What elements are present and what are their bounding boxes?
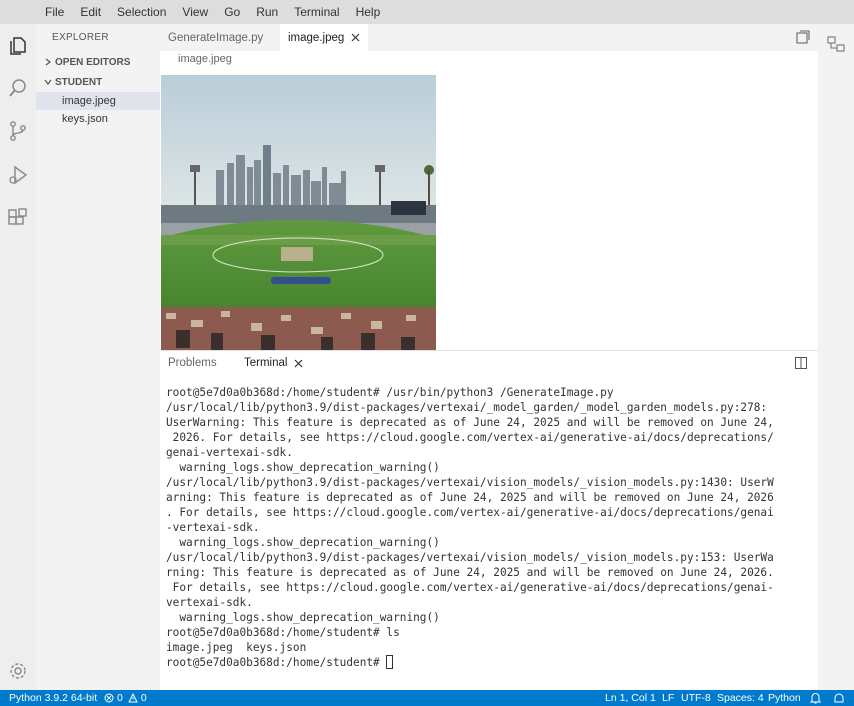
tab-label: Problems bbox=[168, 357, 217, 369]
python-interpreter[interactable]: Python 3.9.2 64-bit bbox=[9, 692, 97, 704]
menu-selection[interactable]: Selection bbox=[109, 0, 174, 24]
tab-label: GenerateImage.py bbox=[168, 31, 264, 44]
eol-status[interactable]: LF bbox=[662, 692, 674, 704]
tab-image-jpeg[interactable]: image.jpeg bbox=[280, 24, 369, 51]
image-preview bbox=[161, 75, 436, 350]
error-icon bbox=[104, 693, 114, 703]
tab-label: image.jpeg bbox=[288, 31, 345, 44]
terminal-line: vertexai-sdk. bbox=[166, 596, 253, 609]
remote-explorer-icon[interactable] bbox=[826, 34, 846, 57]
encoding-status[interactable]: UTF-8 bbox=[681, 692, 711, 704]
terminal-line: warning_logs.show_deprecation_warning() bbox=[166, 461, 440, 474]
terminal-line: arning: This feature is deprecated as of… bbox=[166, 491, 774, 504]
editor-tab-bar: GenerateImage.py image.jpeg bbox=[160, 24, 818, 51]
file-keys-json[interactable]: keys.json bbox=[36, 110, 160, 128]
terminal-line: UserWarning: This feature is deprecated … bbox=[166, 416, 774, 429]
open-editors-label: OPEN EDITORS bbox=[55, 56, 131, 68]
menu-run[interactable]: Run bbox=[248, 0, 286, 24]
broadcast-icon[interactable] bbox=[833, 692, 845, 706]
source-control-icon[interactable] bbox=[4, 117, 32, 145]
tab-label: Terminal bbox=[244, 357, 288, 369]
chevron-down-icon bbox=[41, 78, 55, 86]
folder-label: STUDENT bbox=[55, 76, 103, 88]
activity-bar bbox=[0, 24, 36, 690]
terminal-line: /usr/local/lib/python3.9/dist-packages/v… bbox=[166, 551, 774, 564]
search-icon[interactable] bbox=[4, 74, 32, 102]
terminal-line: warning_logs.show_deprecation_warning() bbox=[166, 611, 440, 624]
problems-status[interactable]: 0 0 bbox=[104, 692, 147, 704]
terminal-line: warning_logs.show_deprecation_warning() bbox=[166, 536, 440, 549]
files-icon[interactable] bbox=[4, 32, 32, 60]
close-icon[interactable] bbox=[351, 33, 360, 42]
terminal-line: image.jpeg keys.json bbox=[166, 641, 307, 654]
folder-section[interactable]: STUDENT bbox=[36, 73, 160, 91]
language-mode[interactable]: Python bbox=[768, 692, 801, 704]
tab-problems[interactable]: Problems bbox=[168, 357, 217, 369]
terminal-line: rning: This feature is deprecated as of … bbox=[166, 566, 774, 579]
close-icon[interactable] bbox=[294, 359, 303, 368]
terminal-line: /usr/local/lib/python3.9/dist-packages/v… bbox=[166, 401, 768, 414]
menu-help[interactable]: Help bbox=[348, 0, 389, 24]
menu-go[interactable]: Go bbox=[216, 0, 248, 24]
split-panel-icon[interactable] bbox=[795, 357, 807, 372]
bottom-panel: Problems Terminal root@5e7d0a0b368d:/hom… bbox=[160, 350, 818, 690]
breadcrumb[interactable]: image.jpeg bbox=[178, 53, 232, 65]
terminal-line: root@5e7d0a0b368d:/home/student# ls bbox=[166, 626, 400, 639]
terminal-line: genai-vertexai-sdk. bbox=[166, 446, 293, 459]
terminal-line: -vertexai-sdk. bbox=[166, 521, 260, 534]
menu-terminal[interactable]: Terminal bbox=[286, 0, 347, 24]
extensions-icon[interactable] bbox=[4, 204, 32, 232]
menu-view[interactable]: View bbox=[174, 0, 216, 24]
terminal-line: . For details, see https://cloud.google.… bbox=[166, 506, 774, 519]
secondary-sidebar bbox=[818, 24, 854, 690]
menu-bar: File Edit Selection View Go Run Terminal… bbox=[0, 0, 854, 24]
bell-icon[interactable] bbox=[809, 692, 822, 706]
terminal-line: root@5e7d0a0b368d:/home/student# /usr/bi… bbox=[166, 386, 614, 399]
run-debug-icon[interactable] bbox=[4, 161, 32, 189]
tab-terminal[interactable]: Terminal bbox=[244, 357, 303, 369]
terminal-line: /usr/local/lib/python3.9/dist-packages/v… bbox=[166, 476, 774, 489]
terminal-line: 2026. For details, see https://cloud.goo… bbox=[166, 431, 774, 444]
terminal-output[interactable]: root@5e7d0a0b368d:/home/student# /usr/bi… bbox=[166, 385, 806, 670]
open-editors-section[interactable]: OPEN EDITORS bbox=[36, 53, 160, 71]
explorer-title: EXPLORER bbox=[52, 32, 109, 43]
terminal-prompt-line[interactable]: root@5e7d0a0b368d:/home/student# bbox=[166, 655, 806, 670]
menu-file[interactable]: File bbox=[37, 0, 72, 24]
explorer-sidebar: EXPLORER OPEN EDITORS STUDENT image.jpeg… bbox=[36, 24, 160, 690]
indent-status[interactable]: Spaces: 4 bbox=[717, 692, 764, 704]
terminal-prompt: root@5e7d0a0b368d:/home/student# bbox=[166, 656, 387, 669]
error-count: 0 bbox=[117, 692, 123, 704]
terminal-line: For details, see https://cloud.google.co… bbox=[166, 581, 774, 594]
cursor-position[interactable]: Ln 1, Col 1 bbox=[605, 692, 656, 704]
chevron-right-icon bbox=[41, 58, 55, 66]
menu-edit[interactable]: Edit bbox=[72, 0, 109, 24]
open-changes-icon[interactable] bbox=[796, 30, 810, 47]
terminal-cursor bbox=[386, 655, 394, 669]
warning-icon bbox=[128, 693, 138, 703]
status-bar: Python 3.9.2 64-bit 0 0 Ln 1, Col 1 LF U… bbox=[0, 690, 854, 706]
tab-generateimage-py[interactable]: GenerateImage.py bbox=[160, 24, 271, 51]
gear-icon[interactable] bbox=[4, 657, 32, 685]
warning-count: 0 bbox=[140, 692, 147, 704]
file-image-jpeg[interactable]: image.jpeg bbox=[36, 92, 160, 110]
